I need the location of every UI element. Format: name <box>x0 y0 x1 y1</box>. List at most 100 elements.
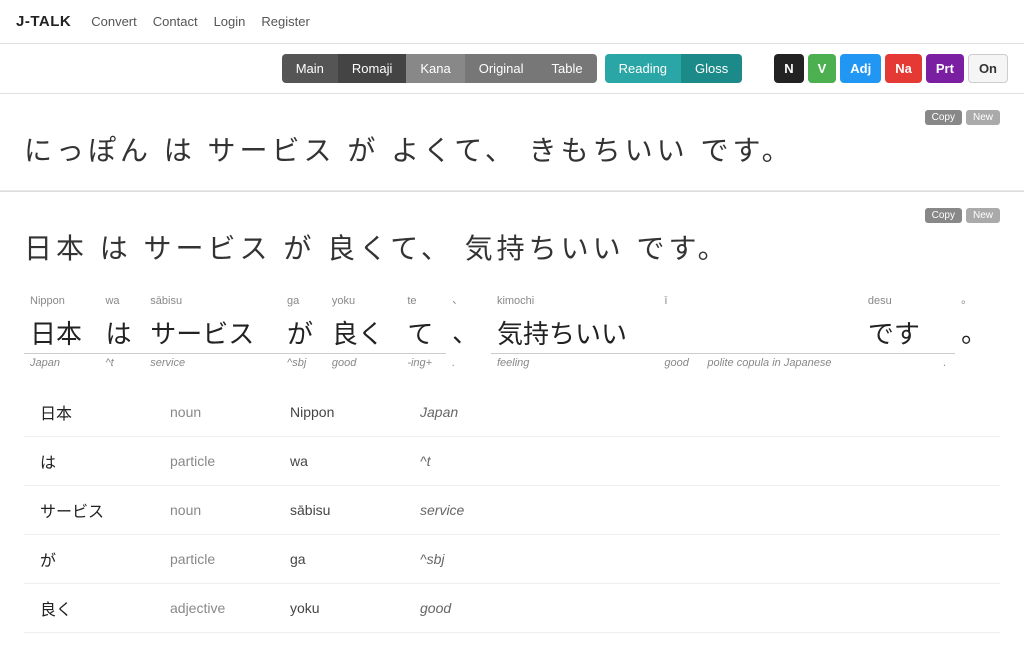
word-gloss: Japan <box>404 388 1000 437</box>
reading-table: Nipponwasābisugayokute、kimochiīdesu。日本はサ… <box>24 288 1000 372</box>
nav-convert[interactable]: Convert <box>91 14 137 29</box>
copy-row-1: Copy New <box>24 110 1000 125</box>
tab-main[interactable]: Main <box>282 54 338 83</box>
pos-na-btn[interactable]: Na <box>885 54 922 83</box>
pos-prt-btn[interactable]: Prt <box>926 54 964 83</box>
tab-original[interactable]: Original <box>465 54 538 83</box>
word-kanji: 良く <box>24 583 154 632</box>
romaji-cell: yoku <box>326 288 401 310</box>
copy-row-2: Copy New <box>24 208 1000 223</box>
kanji-cell: が <box>281 310 326 353</box>
word-row: はparticlewa^t <box>24 436 1000 485</box>
view-tab-group: Main Romaji Kana Original Table <box>282 54 597 83</box>
nav-contact[interactable]: Contact <box>153 14 198 29</box>
top-bar: Main Romaji Kana Original Table Reading … <box>0 44 1024 94</box>
romaji-cell: sābisu <box>144 288 281 310</box>
romaji-cell: ī <box>658 288 701 310</box>
tab-reading[interactable]: Reading <box>605 54 681 83</box>
word-row: がparticlega^sbj <box>24 534 1000 583</box>
romaji-cell: te <box>401 288 446 310</box>
romaji-cell <box>937 288 955 310</box>
kanji-cell: 良く <box>326 310 401 353</box>
romaji-cell: kimochi <box>491 288 658 310</box>
kanji-cell: 。 <box>955 310 1000 353</box>
romaji-cell: ga <box>281 288 326 310</box>
kanji-sentence: 日本 は サービス が 良くて、 気持ちいい です。 <box>24 229 1000 268</box>
word-gloss: ^t <box>404 436 1000 485</box>
tab-table[interactable]: Table <box>538 54 597 83</box>
word-pos: particle <box>154 534 274 583</box>
gloss-cell: . <box>937 353 955 372</box>
word-romaji: yoku <box>274 583 404 632</box>
romaji-cell: desu <box>862 288 937 310</box>
word-kanji: 日本 <box>24 388 154 437</box>
word-pos: noun <box>154 388 274 437</box>
kanji-cell: です <box>862 310 937 353</box>
pos-on-btn[interactable]: On <box>968 54 1008 83</box>
hiragana-sentence: にっぽん は サービス が よくて、 きもちいい です。 <box>24 131 1000 170</box>
romaji-cell <box>701 288 862 310</box>
word-kanji: は <box>24 436 154 485</box>
kanji-cell: て <box>401 310 446 353</box>
copy-button-1[interactable]: Copy <box>925 110 962 125</box>
kanji-cell: サービス <box>144 310 281 353</box>
kanji-cell: 日本 <box>24 310 99 353</box>
kanji-cell <box>937 310 955 353</box>
gloss-cell <box>862 353 937 372</box>
word-romaji: wa <box>274 436 404 485</box>
gloss-cell: Japan <box>24 353 99 372</box>
new-button-2[interactable]: New <box>966 208 1000 223</box>
nav-links: Convert Contact Login Register <box>91 14 310 29</box>
gloss-cell: ^sbj <box>281 353 326 372</box>
gloss-cell: service <box>144 353 281 372</box>
nav-register[interactable]: Register <box>261 14 309 29</box>
pos-noun-btn[interactable]: N <box>774 54 803 83</box>
gloss-cell: polite copula in Japanese <box>701 353 862 372</box>
gloss-cell: ^t <box>99 353 144 372</box>
hiragana-section: Copy New にっぽん は サービス が よくて、 きもちいい です。 <box>0 94 1024 191</box>
gloss-cell: feeling <box>491 353 658 372</box>
new-button-1[interactable]: New <box>966 110 1000 125</box>
word-gloss: ^sbj <box>404 534 1000 583</box>
kanji-cell: は <box>99 310 144 353</box>
word-row: 日本nounNipponJapan <box>24 388 1000 437</box>
nav-login[interactable]: Login <box>214 14 246 29</box>
navbar: J-TALK Convert Contact Login Register <box>0 0 1024 44</box>
word-kanji: が <box>24 534 154 583</box>
word-pos: adjective <box>154 583 274 632</box>
word-romaji: Nippon <box>274 388 404 437</box>
word-table: 日本nounNipponJapanはparticlewa^tサービスnounsā… <box>24 388 1000 633</box>
pos-filter-group: N V Adj Na Prt On <box>774 54 1008 83</box>
word-romaji: sābisu <box>274 485 404 534</box>
kanji-cell <box>701 310 862 353</box>
kanji-cell: 、 <box>446 310 491 353</box>
gloss-cell <box>955 353 1000 372</box>
gloss-cell: good <box>326 353 401 372</box>
mode-tab-group: Reading Gloss <box>605 54 743 83</box>
word-row: サービスnounsābisuservice <box>24 485 1000 534</box>
tab-kana[interactable]: Kana <box>406 54 464 83</box>
word-pos: particle <box>154 436 274 485</box>
word-row: 良くadjectiveyokugood <box>24 583 1000 632</box>
romaji-cell: wa <box>99 288 144 310</box>
pos-verb-btn[interactable]: V <box>808 54 837 83</box>
copy-button-2[interactable]: Copy <box>925 208 962 223</box>
tab-gloss[interactable]: Gloss <box>681 54 742 83</box>
kanji-section: Copy New 日本 は サービス が 良くて、 気持ちいい です。 Nipp… <box>0 192 1024 653</box>
gloss-cell: . <box>446 353 491 372</box>
word-gloss: service <box>404 485 1000 534</box>
kanji-cell <box>658 310 701 353</box>
word-kanji: サービス <box>24 485 154 534</box>
romaji-cell: 。 <box>955 288 1000 310</box>
kanji-cell: 気持ちいい <box>491 310 658 353</box>
gloss-cell: -ing+ <box>401 353 446 372</box>
romaji-cell: 、 <box>446 288 491 310</box>
word-gloss: good <box>404 583 1000 632</box>
word-romaji: ga <box>274 534 404 583</box>
brand-logo[interactable]: J-TALK <box>16 13 71 30</box>
pos-adj-btn[interactable]: Adj <box>840 54 881 83</box>
word-pos: noun <box>154 485 274 534</box>
romaji-cell: Nippon <box>24 288 99 310</box>
tab-romaji[interactable]: Romaji <box>338 54 406 83</box>
gloss-cell: good <box>658 353 701 372</box>
